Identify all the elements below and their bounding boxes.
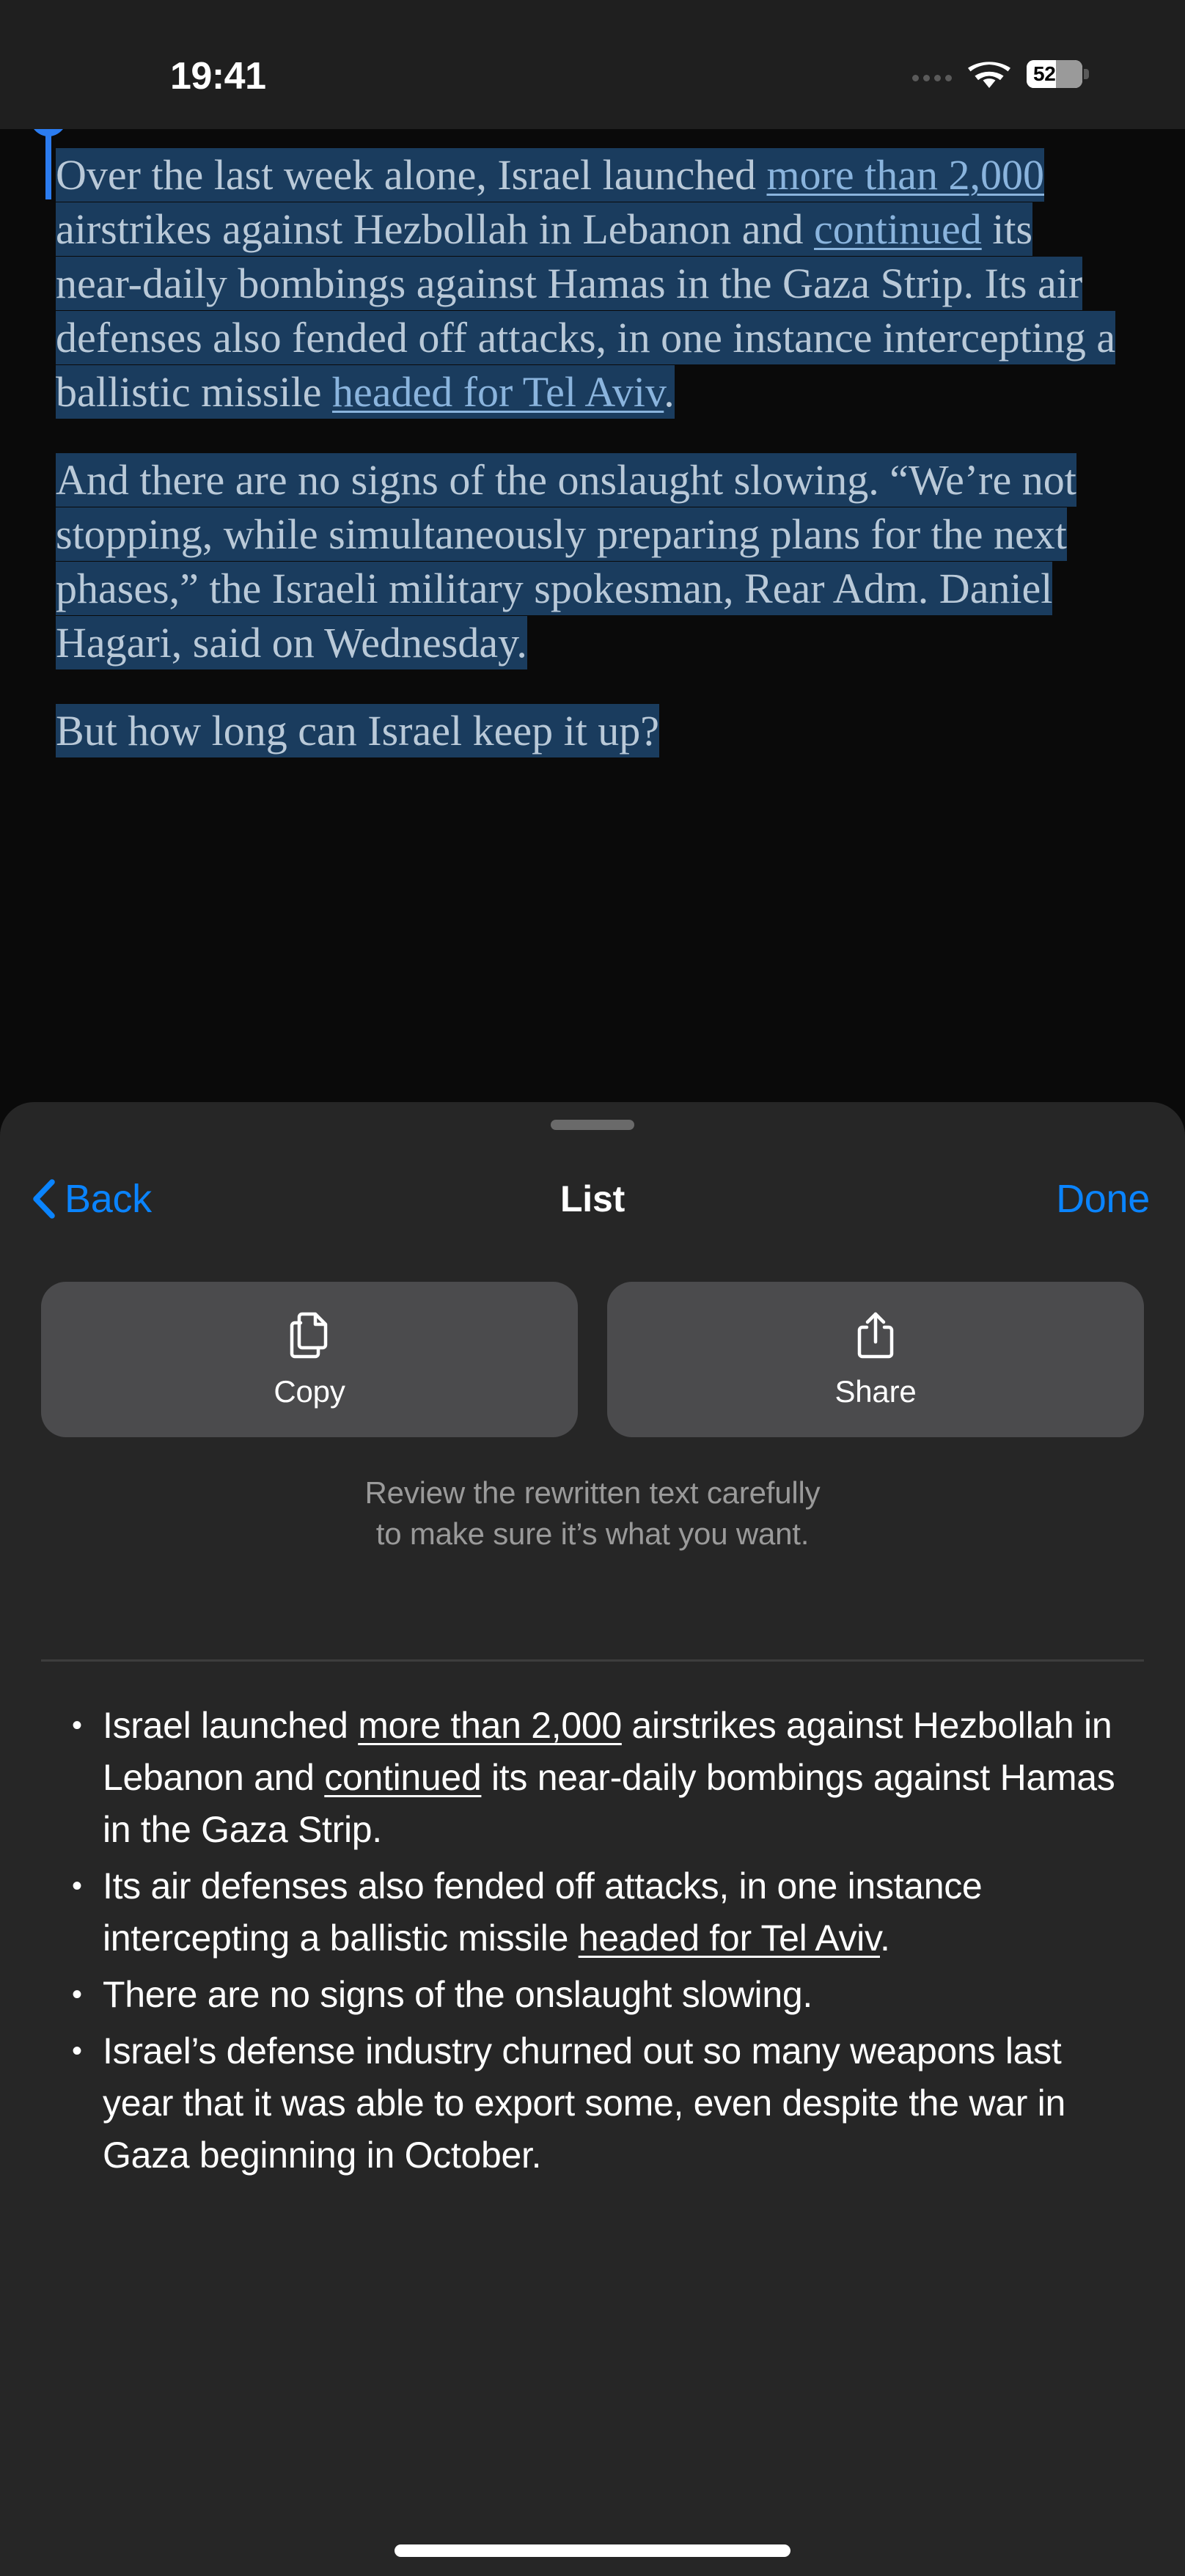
cellular-dots-icon: [912, 67, 952, 81]
sheet-action-buttons: Copy Share: [41, 1282, 1144, 1437]
rewritten-bullet-list[interactable]: Israel launched more than 2,000 airstrik…: [67, 1700, 1138, 2186]
home-indicator: [395, 2544, 790, 2557]
text-run: But how long can Israel keep it up?: [56, 707, 660, 755]
selected-text-highlight[interactable]: But how long can Israel keep it up?: [56, 704, 660, 757]
article-body-text[interactable]: Over the last week alone, Israel launche…: [56, 148, 1129, 792]
sheet-title: List: [560, 1178, 625, 1219]
writing-tools-sheet: Back List Done Copy Share Review the rew…: [0, 1102, 1185, 2576]
selection-start-handle[interactable]: [29, 129, 67, 199]
copy-icon: [290, 1312, 328, 1359]
disclaimer-line-2: to make sure it’s what you want.: [375, 1516, 810, 1551]
article-link[interactable]: headed for Tel Aviv: [332, 368, 664, 416]
copy-button[interactable]: Copy: [41, 1282, 578, 1437]
text-run: Israel’s defense industry churned out so…: [103, 2030, 1065, 2176]
selected-text-highlight[interactable]: And there are no signs of the onslaught …: [56, 453, 1076, 669]
sheet-navigation-bar: Back List Done: [0, 1164, 1185, 1234]
text-run: There are no signs of the onslaught slow…: [103, 1974, 812, 2015]
text-run: airstrikes against Hezbollah in Lebanon …: [56, 205, 815, 253]
list-item: Its air defenses also fended off attacks…: [67, 1860, 1138, 1964]
disclaimer-line-1: Review the rewritten text carefully: [364, 1475, 821, 1510]
status-bar-indicators: 52: [912, 57, 1089, 91]
article-paragraph: And there are no signs of the onslaught …: [56, 453, 1129, 670]
list-item: Israel’s defense industry churned out so…: [67, 2025, 1138, 2181]
sheet-grabber-handle[interactable]: [551, 1120, 634, 1130]
article-paragraph: Over the last week alone, Israel launche…: [56, 148, 1129, 419]
text-run: .: [879, 1918, 890, 1959]
list-item: There are no signs of the onslaught slow…: [67, 1969, 1138, 2021]
share-button[interactable]: Share: [607, 1282, 1144, 1437]
text-run: .: [664, 368, 675, 416]
text-run: Israel launched: [103, 1705, 359, 1746]
article-link[interactable]: more than 2,000: [766, 151, 1044, 199]
status-bar: 19:41 52: [0, 0, 1185, 129]
phone-screen: 19:41 52 Over the last week alone, Israe…: [0, 0, 1185, 2576]
text-run: And there are no signs of the onslaught …: [56, 456, 1076, 667]
article-paragraph: But how long can Israel keep it up?: [56, 704, 1129, 758]
article-link[interactable]: continued: [814, 205, 982, 253]
battery-icon: 52: [1027, 60, 1089, 88]
battery-percent-label: 52: [1033, 62, 1056, 85]
article-content[interactable]: Over the last week alone, Israel launche…: [0, 129, 1185, 1104]
selected-text-highlight[interactable]: Over the last week alone, Israel launche…: [56, 148, 1116, 419]
bullet-link[interactable]: more than 2,000: [358, 1705, 622, 1746]
disclaimer-text: Review the rewritten text carefully to m…: [0, 1472, 1185, 1555]
share-icon: [857, 1312, 894, 1359]
bullet-link[interactable]: continued: [324, 1757, 481, 1798]
share-button-label: Share: [834, 1374, 917, 1409]
text-run: Over the last week alone, Israel launche…: [56, 151, 767, 199]
section-divider: [41, 1659, 1144, 1662]
bullet-link[interactable]: headed for Tel Aviv: [579, 1918, 881, 1959]
done-button[interactable]: Done: [1056, 1164, 1150, 1234]
status-bar-clock: 19:41: [170, 55, 266, 98]
list-item: Israel launched more than 2,000 airstrik…: [67, 1700, 1138, 1856]
wifi-icon: [968, 62, 1010, 88]
copy-button-label: Copy: [274, 1374, 345, 1409]
